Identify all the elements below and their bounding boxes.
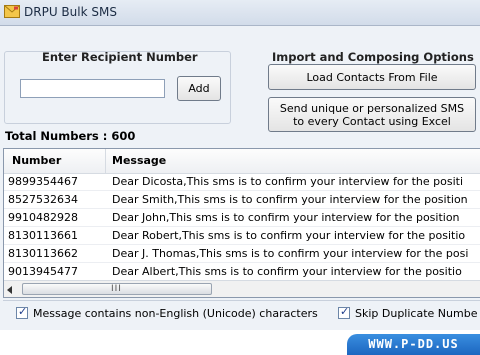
table-row[interactable]: 8130113662 Dear J. Thomas,This sms is to… xyxy=(4,245,480,263)
recipient-number-input[interactable] xyxy=(20,79,165,98)
cell-message: Dear Robert,This sms is to confirm your … xyxy=(112,229,466,242)
table-row[interactable]: 9899354467 Dear Dicosta,This sms is to c… xyxy=(4,173,480,191)
title-bar: DRPU Bulk SMS xyxy=(0,0,480,26)
cell-message: Dear Smith,This sms is to confirm your i… xyxy=(112,193,468,206)
cell-number: 9013945477 xyxy=(8,265,78,278)
load-contacts-button[interactable]: Load Contacts From File xyxy=(268,64,476,90)
window-title: DRPU Bulk SMS xyxy=(24,5,117,19)
unicode-checkbox[interactable]: ✓ xyxy=(16,305,28,319)
scroll-left-arrow-icon[interactable] xyxy=(7,286,12,294)
send-button-line-1: Send unique or personalized SMS xyxy=(279,101,465,115)
send-button-line-2: to every Contact using Excel xyxy=(293,114,451,128)
cell-message: Dear J. Thomas,This sms is to confirm yo… xyxy=(112,247,469,260)
checkmark-icon: ✓ xyxy=(18,305,28,318)
cell-number: 8130113661 xyxy=(8,229,78,242)
table-row[interactable]: 8527532634 Dear Smith,This sms is to con… xyxy=(4,191,480,209)
cell-message: Dear John,This sms is to confirm your in… xyxy=(112,211,460,224)
skip-duplicate-label[interactable]: Skip Duplicate Numbe xyxy=(355,307,477,320)
table-row[interactable]: 8130113661 Dear Robert,This sms is to co… xyxy=(4,227,480,245)
website-banner: WWW.P-DD.US xyxy=(347,334,480,355)
scroll-thumb[interactable]: III xyxy=(22,283,212,295)
table-row[interactable]: 9910482928 Dear John,This sms is to conf… xyxy=(4,209,480,227)
checkmark-icon: ✓ xyxy=(340,305,350,318)
send-personalized-sms-button[interactable]: Send unique or personalized SMS to every… xyxy=(268,97,476,132)
add-button[interactable]: Add xyxy=(177,76,221,101)
horizontal-scrollbar[interactable]: III xyxy=(4,280,480,297)
unicode-checkbox-label[interactable]: Message contains non-English (Unicode) c… xyxy=(33,307,318,320)
cell-message: Dear Albert,This sms is to confirm your … xyxy=(112,265,462,278)
envelope-icon xyxy=(4,5,20,18)
cell-number: 9910482928 xyxy=(8,211,78,224)
column-divider[interactable] xyxy=(105,149,106,173)
column-header-message[interactable]: Message xyxy=(112,154,166,167)
recipient-heading: Enter Recipient Number xyxy=(42,50,198,64)
cell-number: 9899354467 xyxy=(8,175,78,188)
total-numbers: Total Numbers : 600 xyxy=(5,129,136,143)
import-heading: Import and Composing Options xyxy=(272,50,474,64)
column-header-number[interactable]: Number xyxy=(12,154,61,167)
recipients-table: Number Message 9899354467 Dear Dicosta,T… xyxy=(3,148,480,298)
scroll-grip: III xyxy=(111,284,122,294)
cell-message: Dear Dicosta,This sms is to confirm your… xyxy=(112,175,464,188)
table-row[interactable]: 9013945477 Dear Albert,This sms is to co… xyxy=(4,263,480,281)
cell-number: 8527532634 xyxy=(8,193,78,206)
skip-duplicate-checkbox[interactable]: ✓ xyxy=(338,305,350,319)
options-bar: ✓ Message contains non-English (Unicode)… xyxy=(3,300,480,329)
app-window: DRPU Bulk SMS Enter Recipient Number Add… xyxy=(0,0,480,330)
cell-number: 8130113662 xyxy=(8,247,78,260)
table-header: Number Message xyxy=(4,149,480,174)
